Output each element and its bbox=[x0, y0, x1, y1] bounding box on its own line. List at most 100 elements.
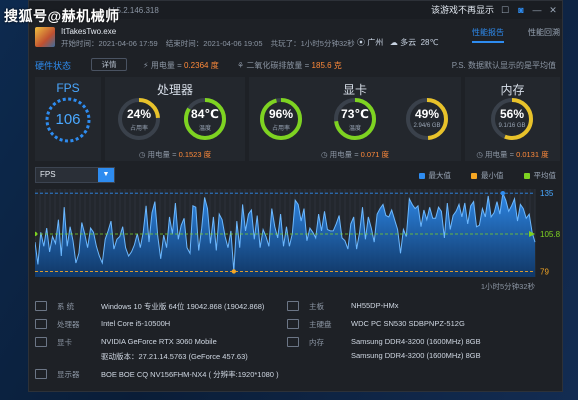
legend-avg: 平均值 bbox=[523, 170, 556, 181]
bolt-icon: ⚡ bbox=[143, 61, 149, 70]
gpu-memory-value: 49% bbox=[414, 107, 440, 121]
driver-value: 驱动版本：27.21.14.5763 (GeForce 457.63) bbox=[101, 352, 248, 361]
minimize-icon[interactable]: — bbox=[532, 5, 542, 15]
total-power-label: 用电量 = bbox=[150, 61, 182, 70]
avg-label: 105.81 bbox=[540, 230, 560, 239]
game-icon bbox=[35, 27, 55, 47]
chart-legend: 最大值 最小值 平均值 bbox=[418, 170, 556, 181]
fps-title: FPS bbox=[56, 81, 80, 95]
start-time: 开始时间：2021-04-06 17:59 bbox=[61, 39, 158, 48]
clock-icon: ◷ bbox=[320, 150, 328, 159]
duration-label: 1小时5分钟32秒 bbox=[481, 281, 536, 291]
monitor-icon bbox=[35, 369, 47, 379]
co2-label: 二氧化碳排放量 = bbox=[246, 61, 310, 70]
tab-performance-trace[interactable]: 性能回溯 bbox=[528, 27, 560, 43]
legend-max: 最大值 bbox=[418, 170, 451, 181]
location-weather: ⦿ 广州 ☁ 多云 28℃ bbox=[357, 37, 438, 48]
weather-text: 多云 bbox=[400, 38, 417, 47]
cpu-power-value: 0.1523 度 bbox=[178, 150, 212, 159]
leaf-icon: ⚘ bbox=[237, 61, 245, 70]
display-value: BOE BOE CQ NV156FHM-NX4 ( 分辨率:1920*1080 … bbox=[101, 370, 279, 379]
motherboard-icon bbox=[287, 301, 299, 311]
metric-dropdown[interactable]: FPS ▼ bbox=[35, 167, 115, 183]
co2-emission: ⚘ 二氧化碳排放量 = 185.6 克 bbox=[237, 60, 342, 71]
cpu-temp-value: 84℃ bbox=[191, 107, 219, 121]
hardware-status-title: 硬件状态 bbox=[35, 61, 72, 71]
gpu-title: 显卡 bbox=[342, 83, 367, 97]
os-row: 系 统 Windows 10 专业版 64位 19042.868 (19042.… bbox=[35, 301, 295, 313]
ram-icon bbox=[287, 337, 299, 347]
watermark-text: 搜狐号@赫机械师 bbox=[4, 8, 120, 24]
memory-usage-gauge: 56% 9.1/16 GB bbox=[490, 97, 534, 141]
board-value: NH55DP-HMx bbox=[351, 301, 399, 310]
max-label: 135 bbox=[540, 189, 554, 198]
fps-gauge: 106 bbox=[43, 95, 93, 145]
location-pin-icon: ⦿ bbox=[357, 38, 365, 47]
display-label: 显示器 bbox=[57, 370, 80, 379]
location-city: 广州 bbox=[367, 38, 384, 47]
total-power-value: 0.2364 度 bbox=[184, 61, 219, 70]
board-row: 主板 NH55DP-HMx bbox=[287, 301, 557, 313]
os-value: Windows 10 专业版 64位 19042.868 (19042.868) bbox=[101, 302, 265, 311]
memory-power: ◷ 用电量 = 0.0131 度 bbox=[465, 149, 560, 160]
disk-row: 主硬盘 WDC PC SN530 SDBPNPZ-512G bbox=[287, 319, 557, 331]
disk-label: 主硬盘 bbox=[309, 320, 332, 329]
play-duration: 共玩了：1小时5分钟32秒 bbox=[270, 39, 355, 48]
gpu-panel: 显卡 96% 占用率 73℃ 温度 49% 2.94/6 GB ◷ 用电量 = … bbox=[249, 77, 461, 161]
gpu-value: NVIDIA GeForce RTX 3060 Mobile bbox=[101, 337, 217, 346]
game-info-row: ItTakesTwo.exe 开始时间：2021-04-06 17:59 结束时… bbox=[35, 27, 560, 51]
gpu-temp-gauge: 73℃ 温度 bbox=[333, 97, 377, 141]
gpu-temp-label: 温度 bbox=[348, 126, 361, 132]
end-time: 结束时间：2021-04-06 19:05 bbox=[165, 39, 263, 48]
cpu-label: 处理器 bbox=[57, 320, 80, 329]
details-button[interactable]: 详情 bbox=[91, 58, 127, 71]
cpu-power: ◷ 用电量 = 0.1523 度 bbox=[105, 149, 245, 160]
gpu-temp-value: 73℃ bbox=[341, 107, 369, 121]
gpu-memory-label: 2.94/6 GB bbox=[413, 123, 441, 129]
temperature-text: 28℃ bbox=[420, 38, 439, 47]
ram-value-1: Samsung DDR4-3200 (1600MHz) 8GB bbox=[351, 337, 481, 346]
cloud-icon: ☁ bbox=[389, 38, 398, 47]
board-label: 主板 bbox=[309, 302, 324, 311]
os-label: 系 统 bbox=[57, 302, 75, 311]
game-report-window: V 5.2.146.318 该游戏不再显示 ☐ ◙ — ✕ ItTakesTwo… bbox=[28, 0, 563, 392]
hide-game-label: 该游戏不再显示 bbox=[430, 5, 494, 15]
ps-note: P.S. 数据默认显示的是平均值 bbox=[451, 61, 556, 70]
min-label: 79 bbox=[540, 267, 549, 276]
legend-min: 最小值 bbox=[471, 170, 504, 181]
cpu-temp-gauge: 84℃ 温度 bbox=[183, 97, 227, 141]
cpu-row: 处理器 Intel Core i5-10500H bbox=[35, 319, 295, 331]
hide-game-toggle[interactable]: ☐ bbox=[500, 5, 510, 15]
memory-power-label: 用电量 = bbox=[485, 150, 514, 159]
os-icon bbox=[35, 301, 47, 311]
session-times: 开始时间：2021-04-06 17:59 结束时间：2021-04-06 19… bbox=[61, 38, 361, 49]
gpu-label: 显卡 bbox=[57, 338, 72, 347]
gpu-usage-value: 96% bbox=[268, 107, 294, 121]
camera-icon[interactable]: ◙ bbox=[516, 5, 526, 15]
gpu-power-label: 用电量 = bbox=[329, 150, 359, 159]
co2-value: 185.6 克 bbox=[311, 61, 342, 70]
system-info: 系 统 Windows 10 专业版 64位 19042.868 (19042.… bbox=[35, 297, 560, 389]
memory-usage-value: 56% bbox=[499, 107, 525, 121]
cpu-title: 处理器 bbox=[156, 83, 193, 97]
cpu-icon bbox=[35, 319, 47, 329]
gpu-memory-gauge: 49% 2.94/6 GB bbox=[405, 97, 449, 141]
tab-performance-report[interactable]: 性能报告 bbox=[472, 27, 504, 43]
cpu-usage-value: 24% bbox=[126, 107, 152, 121]
min-point bbox=[231, 269, 237, 274]
cpu-panel: 处理器 24% 占用率 84℃ 温度 ◷ 用电量 = 0.1523 度 bbox=[105, 77, 245, 161]
ram-value-2: Samsung DDR4-3200 (1600MHz) 8GB bbox=[351, 351, 481, 360]
fps-area-chart[interactable]: 135 105.81 79 1小时5分钟32秒 bbox=[35, 185, 560, 295]
driver-row: 驱动版本：27.21.14.5763 (GeForce 457.63) bbox=[35, 351, 295, 363]
ram-row-2: Samsung DDR4-3200 (1600MHz) 8GB bbox=[287, 351, 557, 363]
gpu-usage-gauge: 96% 占用率 bbox=[259, 97, 303, 141]
chevron-down-icon[interactable]: ▼ bbox=[98, 168, 114, 182]
cpu-usage-gauge: 24% 占用率 bbox=[117, 97, 161, 141]
memory-power-value: 0.0131 度 bbox=[516, 150, 549, 159]
metric-dropdown-value: FPS bbox=[40, 170, 56, 179]
cpu-power-label: 用电量 = bbox=[147, 150, 177, 159]
gpu-power: ◷ 用电量 = 0.071 度 bbox=[249, 149, 461, 160]
game-name: ItTakesTwo.exe bbox=[61, 27, 117, 36]
disk-icon bbox=[287, 319, 299, 329]
close-icon[interactable]: ✕ bbox=[548, 5, 558, 15]
